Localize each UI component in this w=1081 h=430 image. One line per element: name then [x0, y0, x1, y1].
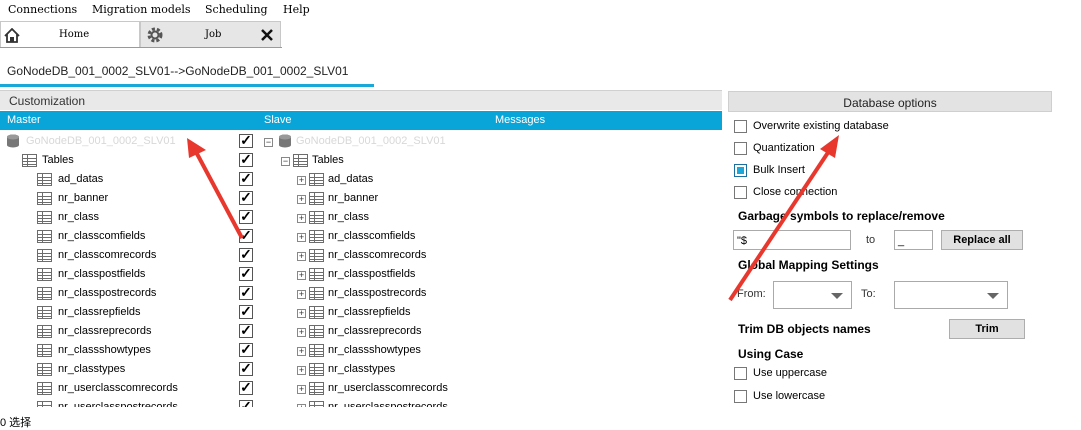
- annotation-arrowhead-right: [820, 135, 839, 158]
- annotation-arrow-right: [728, 146, 833, 302]
- annotation-arrow-left: [193, 149, 244, 239]
- annotation-arrows: [187, 135, 839, 302]
